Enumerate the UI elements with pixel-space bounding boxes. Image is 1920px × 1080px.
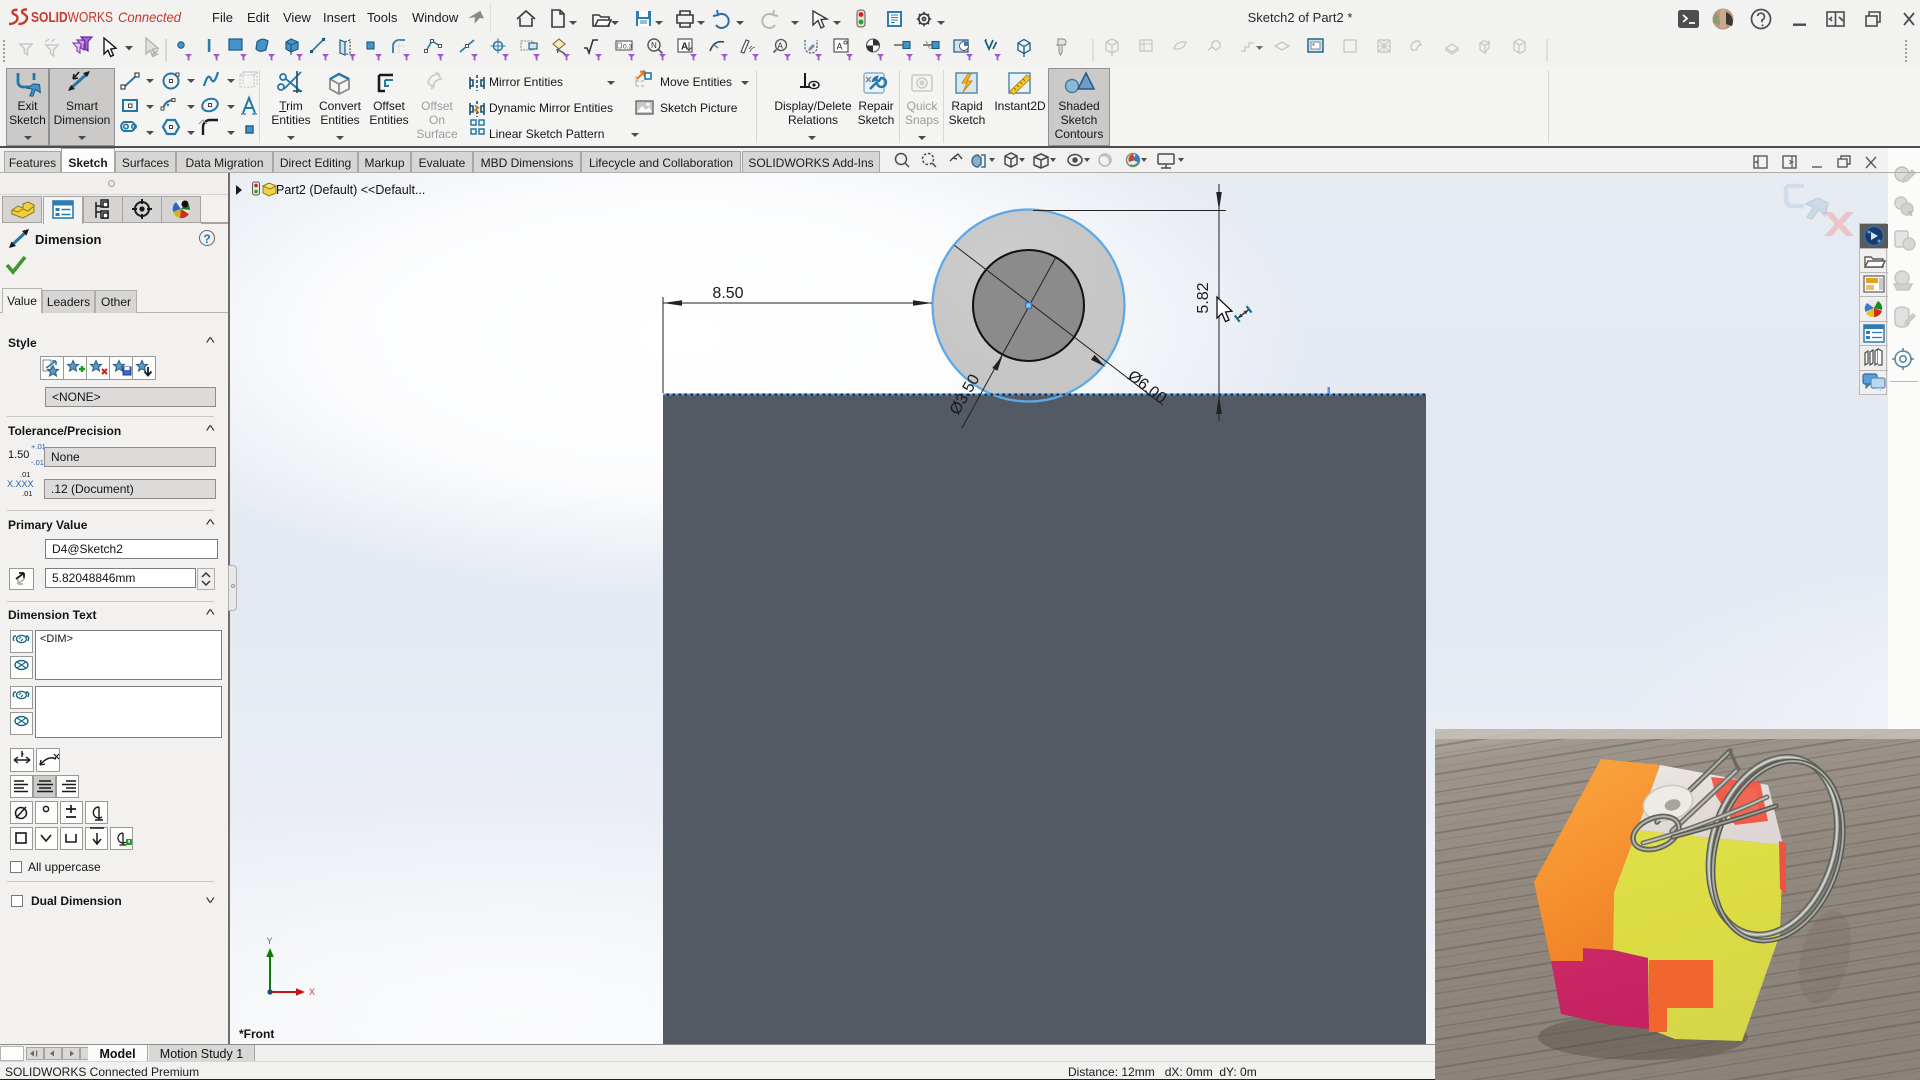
svg-text:Connected: Connected xyxy=(118,9,182,25)
svg-text:X: X xyxy=(309,987,315,997)
svg-text:SOLIDWORKS: SOLIDWORKS xyxy=(31,10,113,26)
svg-text:*Front: *Front xyxy=(239,1027,274,1041)
svg-text:Y: Y xyxy=(267,936,273,946)
svg-text:8.50: 8.50 xyxy=(712,285,743,302)
svg-text:N: N xyxy=(651,41,657,50)
svg-text:A: A xyxy=(778,42,784,51)
svg-text:5.82: 5.82 xyxy=(1195,282,1212,313)
svg-text:Part2 (Default) <<Default...: Part2 (Default) <<Default... xyxy=(276,183,425,197)
svg-text:A: A xyxy=(681,42,688,53)
svg-text:0.3: 0.3 xyxy=(623,44,632,51)
svg-text:A: A xyxy=(837,42,843,52)
